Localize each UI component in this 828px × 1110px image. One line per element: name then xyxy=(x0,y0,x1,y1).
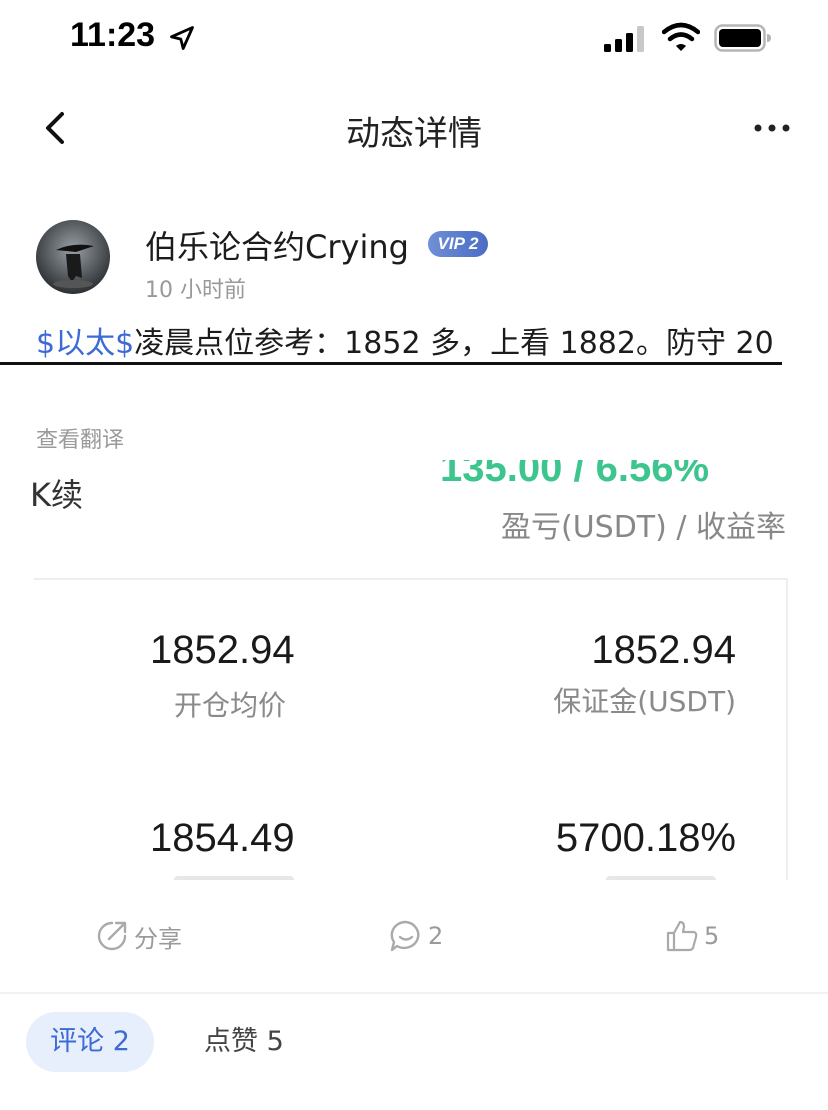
post-text: $以太$凌晨点位参考：1852 多，上看 1882。防守 20 xyxy=(36,322,796,366)
thumbs-up-icon xyxy=(666,920,698,952)
post-image[interactable]: K续 135.00 / 6.56% 盈亏(USDT) / 收益率 1852.94… xyxy=(0,460,828,880)
wifi-icon xyxy=(662,22,700,51)
entry-price-label: 开仓均价 xyxy=(174,689,287,722)
annotation-line xyxy=(0,362,782,365)
margin-label: 保证金(USDT) xyxy=(553,685,736,718)
post-time: 10 小时前 xyxy=(145,278,246,303)
stats-card: 1852.94 开仓均价 1852.94 保证金(USDT) 1854.49 5… xyxy=(34,578,788,880)
more-dots-icon[interactable] xyxy=(750,116,794,140)
comment-icon xyxy=(390,920,420,952)
margin-value: 1852.94 xyxy=(591,628,736,672)
comment-count: 2 xyxy=(428,922,444,950)
author-name[interactable]: 伯乐论合约Crying xyxy=(145,222,409,268)
post-body: 凌晨点位参考：1852 多，上看 1882。防守 20 xyxy=(134,326,774,361)
hashtag-link[interactable]: $以太$ xyxy=(36,326,134,361)
share-label: 分享 xyxy=(134,924,182,953)
status-time: 11:23 xyxy=(70,16,156,54)
share-button[interactable]: 分享 xyxy=(94,918,182,954)
vip-badge: VIP 2 xyxy=(428,231,488,257)
nav-bar: 动态详情 xyxy=(0,80,828,180)
divider xyxy=(0,992,828,994)
image-left-label: K续 xyxy=(30,476,83,514)
tab-likes[interactable]: 点赞 5 xyxy=(204,1012,284,1072)
stat-value-3: 1854.49 xyxy=(150,816,295,860)
avatar[interactable] xyxy=(36,220,110,294)
page-title: 动态详情 xyxy=(346,114,482,154)
cellular-signal-icon xyxy=(604,26,644,52)
cropped-label xyxy=(606,876,716,880)
location-arrow-icon xyxy=(170,26,194,50)
action-bar: 分享 2 5 xyxy=(0,900,828,976)
share-icon xyxy=(97,921,127,951)
battery-icon xyxy=(714,24,771,52)
stat-value-4: 5700.18% xyxy=(555,816,736,860)
like-count: 5 xyxy=(704,922,720,950)
pnl-label: 盈亏(USDT) / 收益率 xyxy=(500,510,786,545)
comment-button[interactable]: 2 xyxy=(388,918,443,954)
pnl-value: 135.00 / 6.56% xyxy=(440,460,710,490)
entry-price-value: 1852.94 xyxy=(150,628,295,672)
tab-comments[interactable]: 评论 2 xyxy=(26,1012,154,1072)
cropped-label xyxy=(174,876,294,880)
translate-link[interactable]: 查看翻译 xyxy=(36,422,124,454)
status-bar: 11:23 xyxy=(0,0,828,76)
like-button[interactable]: 5 xyxy=(664,918,719,954)
